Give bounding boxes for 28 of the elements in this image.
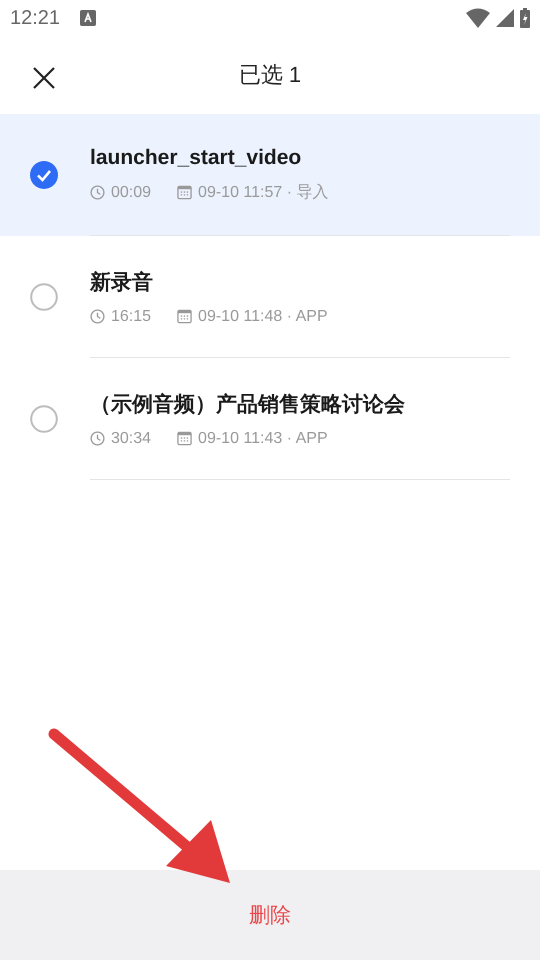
selection-title: 已选 1 xyxy=(238,61,302,89)
select-checkbox[interactable] xyxy=(30,405,58,433)
recording-duration: 00:09 xyxy=(111,184,152,202)
signal-icon xyxy=(496,9,514,27)
select-checkbox[interactable] xyxy=(30,161,58,189)
calendar-icon xyxy=(177,309,192,324)
recording-name: launcher_start_video xyxy=(90,146,302,170)
clock-icon xyxy=(90,185,105,200)
close-icon xyxy=(32,66,56,90)
calendar-icon xyxy=(177,185,192,200)
recording-duration: 16:15 xyxy=(111,308,152,326)
clock-icon xyxy=(90,431,105,446)
recording-duration: 30:34 xyxy=(111,430,152,448)
recording-item[interactable]: 新录音 16:15 09-10 11:48 · APP xyxy=(0,236,540,358)
select-checkbox[interactable] xyxy=(30,283,58,311)
status-time: 12:21 xyxy=(10,6,60,30)
wifi-icon xyxy=(466,8,490,28)
recording-name: （示例音频）产品销售策略讨论会 xyxy=(90,392,406,418)
recording-name: 新录音 xyxy=(90,270,154,296)
recording-item[interactable]: （示例音频）产品销售策略讨论会 30:34 09-10 11:43 · APP xyxy=(0,358,540,480)
recording-date: 09-10 11:43 · APP xyxy=(198,430,328,448)
calendar-icon xyxy=(177,431,192,446)
recording-date: 09-10 11:48 · APP xyxy=(198,308,328,326)
recording-item[interactable]: launcher_start_video 00:09 09-10 11:57 · 导入 xyxy=(0,114,540,236)
battery-icon xyxy=(520,8,530,28)
keyboard-icon xyxy=(80,10,96,26)
clock-icon xyxy=(90,309,105,324)
recording-date: 09-10 11:57 · 导入 xyxy=(198,182,328,203)
